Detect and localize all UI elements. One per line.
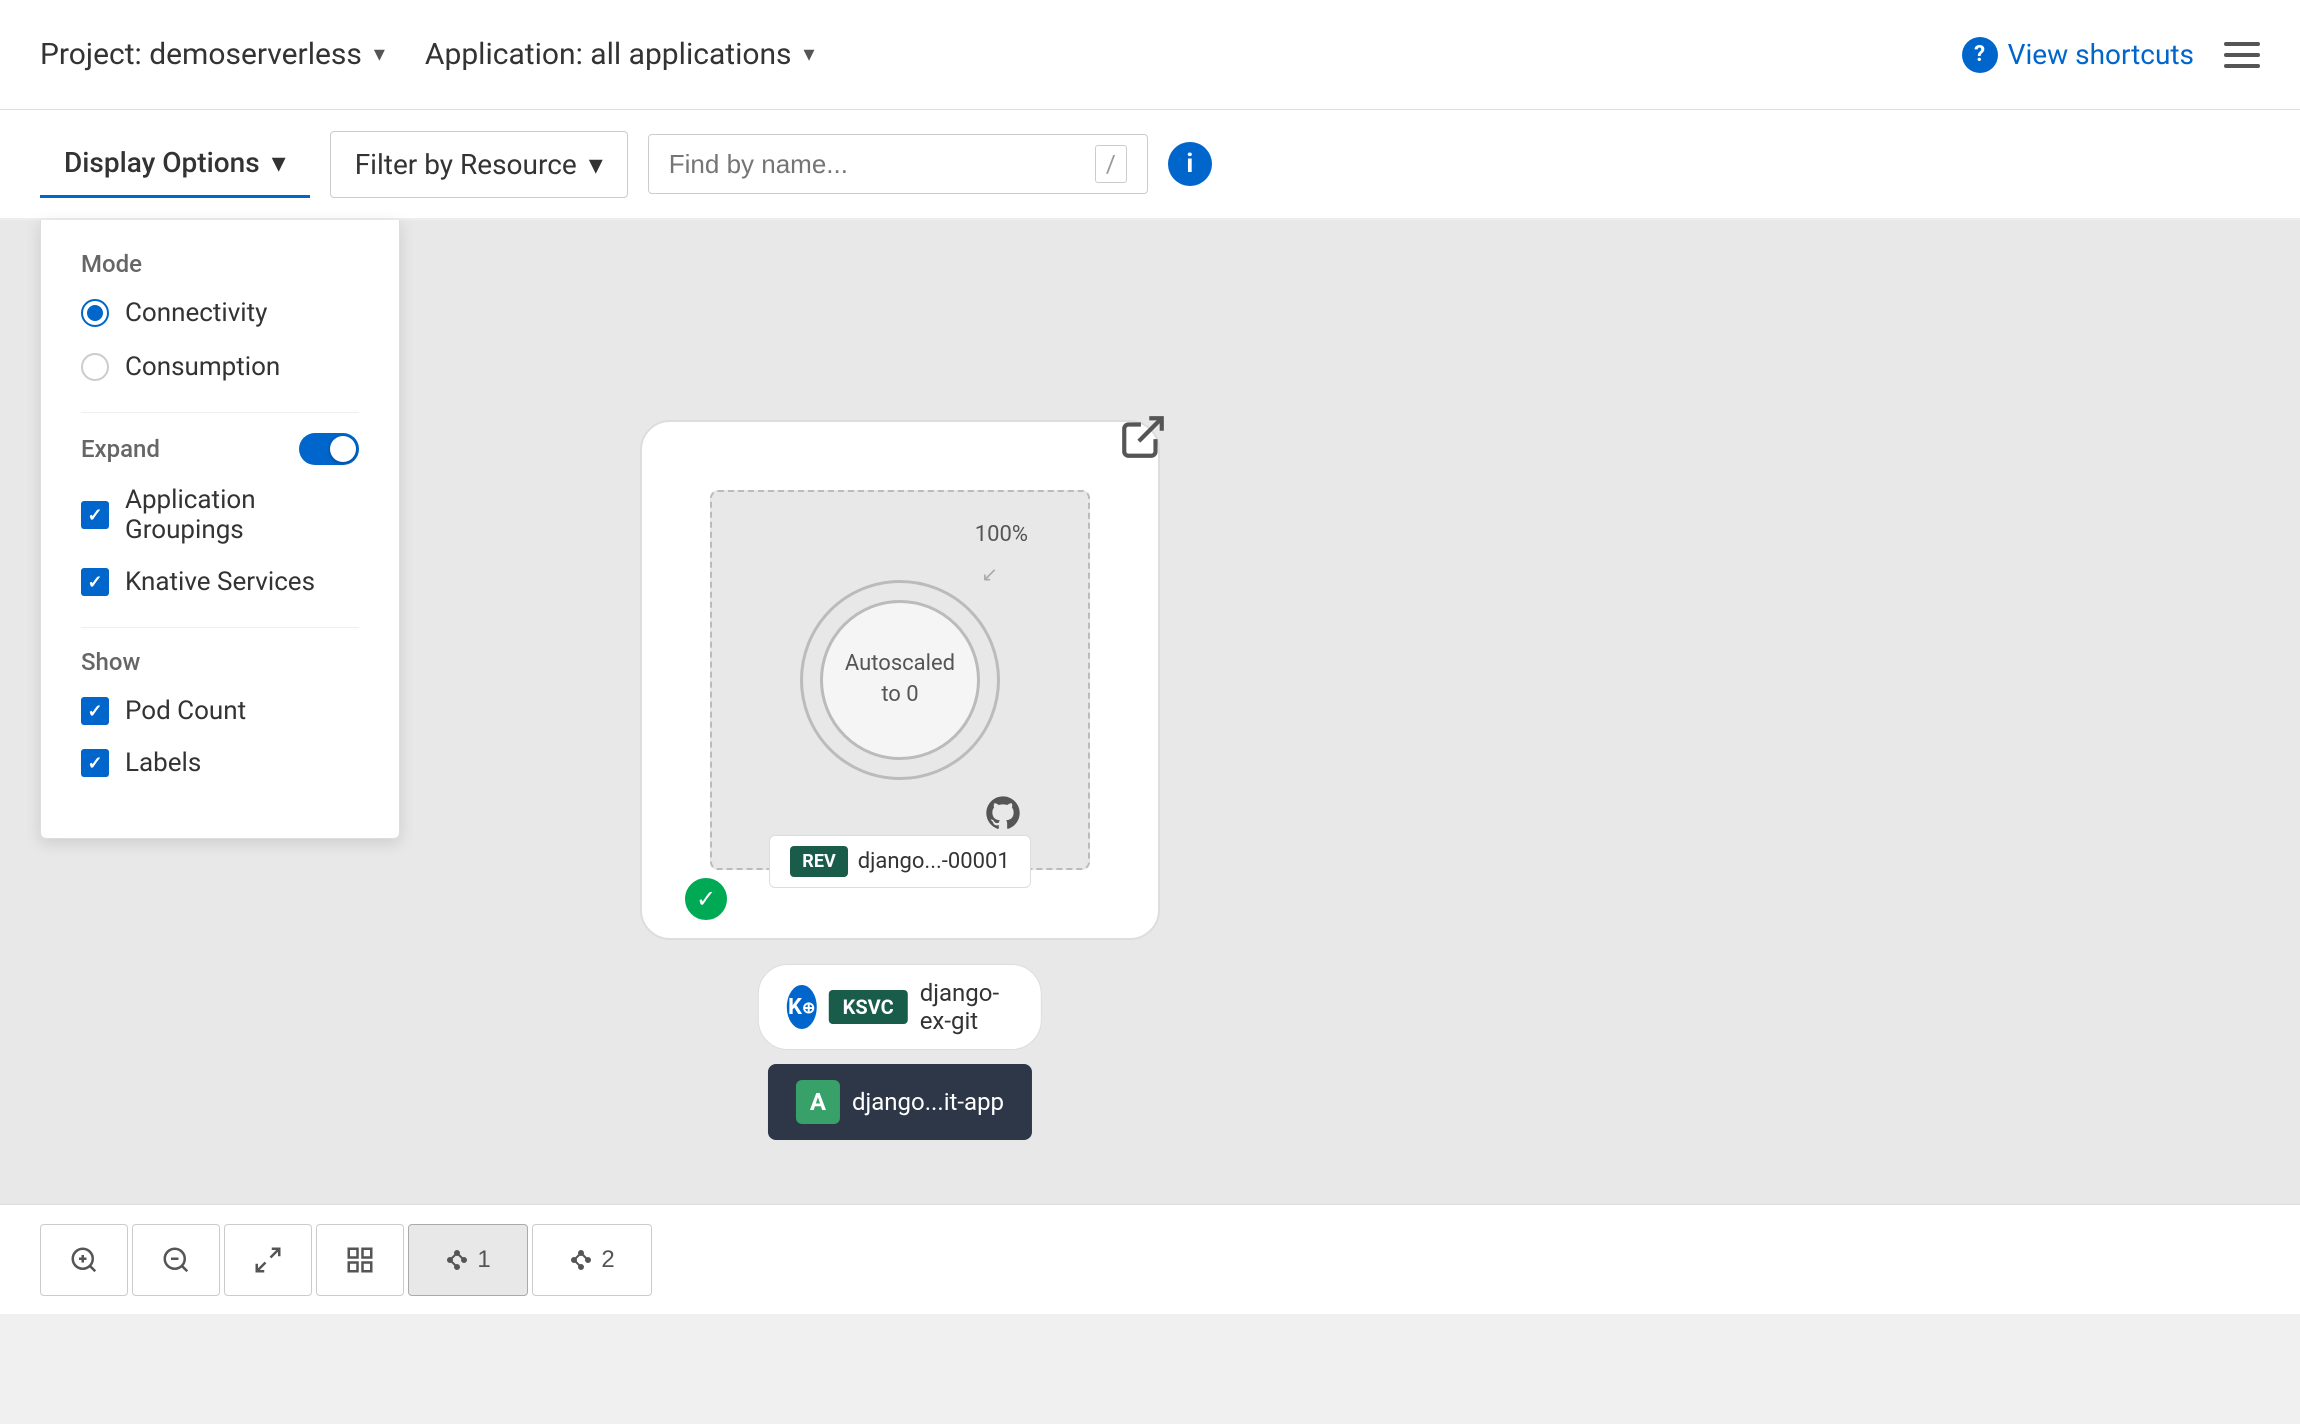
mode-section-label: Mode bbox=[81, 250, 359, 278]
ksvc-row[interactable]: K⊕ KSVC django-ex-git bbox=[758, 964, 1042, 1050]
top-bar-right: ? View shortcuts bbox=[1962, 37, 2260, 73]
app-groupings-checkbox[interactable]: ✓ Application Groupings bbox=[81, 485, 359, 545]
bottom-controls: 1 2 bbox=[0, 1204, 2300, 1314]
search-shortcut-key: / bbox=[1095, 145, 1127, 183]
consumption-radio-input[interactable] bbox=[81, 353, 109, 381]
topology-1-label: 1 bbox=[477, 1246, 490, 1274]
display-options-panel: Mode Connectivity Consumption Expand ✓ bbox=[40, 220, 400, 839]
display-options-label: Display Options bbox=[64, 146, 260, 179]
divider-2 bbox=[81, 627, 359, 628]
project-label: Project: demoserverless bbox=[40, 37, 362, 72]
rev-row[interactable]: REV django...-00001 bbox=[769, 835, 1030, 888]
app-chevron-icon: ▾ bbox=[804, 42, 815, 67]
app-label: Application: all applications bbox=[425, 37, 792, 72]
checkmark-icon-4: ✓ bbox=[87, 753, 102, 774]
filter-by-resource-button[interactable]: Filter by Resource ▾ bbox=[330, 131, 628, 198]
expand-label: Expand bbox=[81, 435, 160, 463]
knative-services-checkbox[interactable]: ✓ Knative Services bbox=[81, 567, 359, 597]
topology-layout-2-button[interactable]: 2 bbox=[532, 1224, 652, 1296]
app-groupings-checkbox-input[interactable]: ✓ bbox=[81, 501, 109, 529]
checkmark-icon: ✓ bbox=[87, 505, 102, 526]
labels-label: Labels bbox=[125, 748, 201, 778]
menu-icon[interactable] bbox=[2224, 42, 2260, 68]
labels-checkbox-input[interactable]: ✓ bbox=[81, 749, 109, 777]
expand-toggle[interactable] bbox=[299, 433, 359, 465]
menu-line-3 bbox=[2224, 64, 2260, 68]
knative-services-checkbox-input[interactable]: ✓ bbox=[81, 568, 109, 596]
project-selector[interactable]: Project: demoserverless ▾ bbox=[40, 37, 385, 72]
app-initial-badge: A bbox=[796, 1080, 840, 1124]
zoom-in-button[interactable] bbox=[40, 1224, 128, 1296]
consumption-radio-label: Consumption bbox=[125, 352, 280, 382]
expand-view-button[interactable] bbox=[316, 1224, 404, 1296]
app-node[interactable]: 100% ↙ Autoscaled to 0 bbox=[640, 420, 1160, 940]
expand-row: Expand bbox=[81, 433, 359, 465]
external-link-icon[interactable] bbox=[1118, 412, 1168, 462]
help-icon: ? bbox=[1962, 37, 1998, 73]
pod-text2: to 0 bbox=[881, 682, 918, 707]
main-content: Mode Connectivity Consumption Expand ✓ bbox=[0, 220, 2300, 1314]
view-shortcuts-label: View shortcuts bbox=[2008, 38, 2194, 71]
knative-services-label: Knative Services bbox=[125, 567, 315, 597]
app-grouping-label[interactable]: A django...it-app bbox=[768, 1064, 1032, 1140]
top-bar-left: Project: demoserverless ▾ Application: a… bbox=[40, 37, 1962, 72]
divider-1 bbox=[81, 412, 359, 413]
percent-arrow-icon: ↙ bbox=[981, 562, 998, 586]
app-selector[interactable]: Application: all applications ▾ bbox=[425, 37, 815, 72]
pod-percent-label: 100% bbox=[975, 522, 1028, 547]
pod-label: Autoscaled to 0 bbox=[845, 649, 955, 711]
search-bar: / bbox=[648, 134, 1148, 194]
display-options-button[interactable]: Display Options ▾ bbox=[40, 130, 310, 198]
consumption-radio[interactable]: Consumption bbox=[81, 352, 359, 382]
top-navbar: Project: demoserverless ▾ Application: a… bbox=[0, 0, 2300, 110]
rev-badge-container: REV django...-00001 ✓ bbox=[722, 835, 1078, 888]
toolbar: Display Options ▾ Filter by Resource ▾ /… bbox=[0, 110, 2300, 220]
checkmark-icon-2: ✓ bbox=[87, 572, 102, 593]
show-section: Show ✓ Pod Count ✓ Labels bbox=[81, 648, 359, 778]
ksvc-tag: KSVC bbox=[829, 990, 908, 1024]
github-icon[interactable] bbox=[983, 793, 1023, 833]
topology-2-label: 2 bbox=[601, 1246, 614, 1274]
app-groupings-label: Application Groupings bbox=[125, 485, 359, 545]
pod-outer-circle: Autoscaled to 0 bbox=[800, 580, 1000, 780]
view-shortcuts-link[interactable]: ? View shortcuts bbox=[1962, 37, 2194, 73]
info-icon[interactable]: i bbox=[1168, 142, 1212, 186]
ksvc-name: django-ex-git bbox=[920, 979, 1014, 1035]
search-input[interactable] bbox=[669, 149, 1079, 180]
kubernetes-badge: K⊕ bbox=[787, 985, 817, 1029]
zoom-out-button[interactable] bbox=[132, 1224, 220, 1296]
topology-layout-1-button[interactable]: 1 bbox=[408, 1224, 528, 1296]
checkmark-icon-3: ✓ bbox=[87, 701, 102, 722]
pod-count-checkbox-input[interactable]: ✓ bbox=[81, 697, 109, 725]
filter-by-resource-label: Filter by Resource bbox=[355, 148, 577, 181]
rev-name: django...-00001 bbox=[858, 849, 1010, 874]
k-sub-icon: ⊕ bbox=[802, 998, 815, 1017]
pod-count-checkbox[interactable]: ✓ Pod Count bbox=[81, 696, 359, 726]
project-chevron-icon: ▾ bbox=[374, 42, 385, 67]
app-grouping-name: django...it-app bbox=[852, 1088, 1004, 1116]
toggle-knob bbox=[330, 436, 356, 462]
connectivity-radio-input[interactable] bbox=[81, 299, 109, 327]
menu-line-2 bbox=[2224, 53, 2260, 57]
pod-inner-circle: Autoscaled to 0 bbox=[820, 600, 980, 760]
menu-line-1 bbox=[2224, 42, 2260, 46]
expand-section: Expand ✓ Application Groupings ✓ Knative… bbox=[81, 433, 359, 597]
app-outer-container: 100% ↙ Autoscaled to 0 bbox=[640, 420, 1160, 940]
display-options-chevron: ▾ bbox=[272, 146, 286, 179]
app-inner-dashed-container: 100% ↙ Autoscaled to 0 bbox=[710, 490, 1090, 870]
labels-checkbox[interactable]: ✓ Labels bbox=[81, 748, 359, 778]
rev-tag: REV bbox=[790, 846, 847, 877]
connectivity-radio[interactable]: Connectivity bbox=[81, 298, 359, 328]
filter-chevron-icon: ▾ bbox=[589, 148, 603, 181]
pod-count-label: Pod Count bbox=[125, 696, 246, 726]
status-check-icon: ✓ bbox=[682, 875, 730, 923]
connectivity-radio-label: Connectivity bbox=[125, 298, 267, 328]
pod-text1: Autoscaled bbox=[845, 651, 955, 676]
show-section-label: Show bbox=[81, 648, 359, 676]
fit-to-screen-button[interactable] bbox=[224, 1224, 312, 1296]
mode-section: Mode Connectivity Consumption bbox=[81, 250, 359, 382]
